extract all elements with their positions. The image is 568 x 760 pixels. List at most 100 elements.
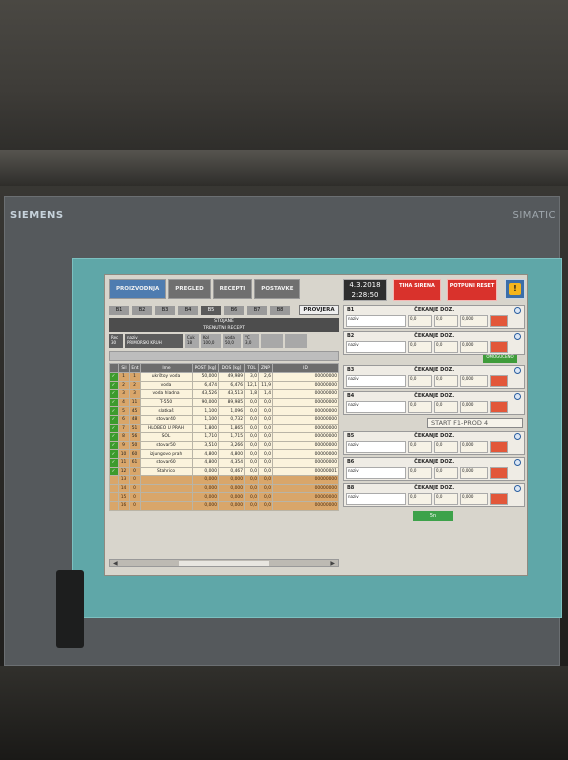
recipe-panel: B1 B2 B3 B4 B5 B6 B7 B8 PROVJERA STOJANE… [109, 305, 339, 573]
dose-name-field[interactable]: naziv [346, 375, 406, 387]
table-row[interactable]: ✓ 6 48 stovar40 1,100 0,732 0,0 0,0 00000000 [109, 414, 339, 425]
kol-field[interactable]: Kol 100,0 [201, 334, 221, 348]
table-row[interactable]: ✓ 1 1 ukrštoy voda 50,000 49,989 3,0 2,6 0000000… [109, 372, 339, 382]
dose-body: naziv 0,0 0,0 0,000 [344, 340, 524, 354]
rec-field[interactable]: Rec 30 [109, 334, 123, 348]
table-row[interactable]: ✓ 10 60 izjungovo prah 4,800 4,800 0,0 0,0 00000… [109, 449, 339, 459]
dose-info-icon[interactable] [513, 366, 521, 374]
table-cell: 00000000 [272, 500, 339, 511]
horizontal-scrollbar[interactable]: ◀ ▶ [109, 559, 339, 567]
table-cell: 0,000 [218, 483, 245, 494]
dose-info-icon[interactable] [513, 458, 521, 466]
table-cell: 45 [129, 406, 141, 416]
enabled-status[interactable]: OMOGUĆENO [483, 355, 517, 363]
confirm-button[interactable]: 5n [413, 511, 453, 521]
bin-b4[interactable]: B4 [178, 305, 198, 315]
dose-stop-button[interactable] [490, 315, 508, 327]
tab-postavke[interactable]: POSTAVKE [254, 279, 301, 299]
voda-field[interactable]: voda 50,0 [223, 334, 241, 348]
table-cell: 1,710 [192, 432, 219, 442]
table-row[interactable]: 16 0 0,000 0,000 0,0 0,0 00000000 [109, 500, 339, 511]
bin-b7[interactable]: B7 [247, 305, 267, 315]
dose-info-icon[interactable] [513, 484, 521, 492]
table-row[interactable]: 14 0 0,000 0,000 0,0 0,0 00000000 [109, 483, 339, 494]
silence-siren-button[interactable]: TIHA SIRENA [393, 279, 441, 301]
recipe-name-field[interactable]: naziv PRIMORSKI KRUH [125, 334, 183, 348]
dose-value-2: 0,0 [434, 341, 458, 353]
table-cell: 3 [118, 389, 130, 399]
dose-name-field[interactable]: naziv [346, 493, 406, 505]
table-cell: 1,865 [218, 423, 245, 434]
dose-stop-button[interactable] [490, 341, 508, 353]
dose-stop-button[interactable] [490, 401, 508, 413]
full-reset-button[interactable]: POTPUNI RESET [447, 279, 497, 301]
bin-b5[interactable]: B5 [201, 305, 221, 315]
dose-value-1: 0,0 [408, 401, 432, 413]
dose-stop-button[interactable] [490, 375, 508, 387]
warning-button[interactable]: ! [505, 279, 525, 299]
tab-proizvodnja[interactable]: PROIZVODNJA [109, 279, 167, 299]
dose-name-field[interactable]: naziv [346, 467, 406, 479]
table-cell: 0,0 [244, 475, 259, 485]
table-cell [140, 500, 193, 511]
table-cell: 0,732 [218, 414, 245, 425]
bin-b1[interactable]: B1 [109, 305, 129, 315]
dose-stop-button[interactable] [490, 441, 508, 453]
table-cell: 1 [118, 372, 130, 382]
dose-info-icon[interactable] [513, 392, 521, 400]
cuk-field[interactable]: Cuk 18 [185, 334, 199, 348]
table-row[interactable]: 13 0 0,000 0,000 0,0 0,0 00000000 [109, 475, 339, 485]
table-row[interactable]: ✓ 9 50 stovar50 3,510 3,266 0,0 0,0 00000000 [109, 440, 339, 451]
table-cell: 11 [129, 397, 141, 408]
table-cell: 1,715 [218, 432, 245, 442]
table-cell: 1,4 [258, 389, 273, 399]
table-cell: ✓ [109, 432, 119, 442]
start-select[interactable]: START F1-PROD 4 [427, 418, 523, 428]
table-row[interactable]: ✓ 3 3 voda hladna 43,526 43,513 1,8 1,4 00000000 [109, 389, 339, 399]
dose-name-field[interactable]: naziv [346, 401, 406, 413]
table-cell: 2 [118, 380, 130, 391]
scroll-left-icon[interactable]: ◀ [113, 560, 118, 567]
table-row[interactable]: ✓ 12 0 Stahrico 0,000 0,467 0,0 0,0 00000001 [109, 466, 339, 477]
table-cell: 00000000 [272, 389, 339, 399]
bin-b2[interactable]: B2 [132, 305, 152, 315]
table-row[interactable]: ✓ 2 2 voda 6,474 6,476 12,1 11,9 00000000 [109, 380, 339, 391]
extra-field-1[interactable] [261, 334, 283, 348]
dose-info-icon[interactable] [513, 332, 521, 340]
table-cell: 0,0 [244, 397, 259, 408]
dose-stop-button[interactable] [490, 493, 508, 505]
dose-info-icon[interactable] [513, 306, 521, 314]
tab-recepti[interactable]: RECEPTI [212, 279, 253, 299]
dose-stop-button[interactable] [490, 467, 508, 479]
dose-status: ČEKANJE DOZ. [414, 485, 455, 491]
table-row[interactable]: ✓ 8 56 SOL 1,710 1,715 0,0 0,0 00000000 [109, 432, 339, 442]
tab-pregled[interactable]: PREGLED [168, 279, 211, 299]
scroll-thumb[interactable] [179, 560, 269, 566]
table-row[interactable]: ✓ 4 11 T-550 90,000 89,985 0,0 0,0 00000000 [109, 397, 339, 408]
table-row[interactable]: ✓ 5 45 slatkaš 1,100 1,096 0,0 0,0 00000000 [109, 406, 339, 416]
table-cell: 1 [129, 372, 141, 382]
dose-value-3: 0,000 [460, 315, 488, 327]
table-row[interactable]: 15 0 0,000 0,000 0,0 0,0 00000000 [109, 492, 339, 502]
table-cell: ✓ [109, 457, 119, 468]
model-label: SIMATIC [512, 210, 556, 221]
table-row[interactable]: ✓ 7 51 HLOBEO U PRAH 1,800 1,865 0,0 0,0 0000000… [109, 423, 339, 434]
provjera-button[interactable]: PROVJERA [299, 305, 339, 315]
col-dos: DOS [kg] [218, 363, 245, 373]
dose-name-field[interactable]: naziv [346, 341, 406, 353]
temp-field[interactable]: °C 3,0 [243, 334, 259, 348]
dose-info-icon[interactable] [513, 432, 521, 440]
extra-field-2[interactable] [285, 334, 307, 348]
bin-b8[interactable]: B8 [270, 305, 290, 315]
dose-name-field[interactable]: naziv [346, 315, 406, 327]
bin-b3[interactable]: B3 [155, 305, 175, 315]
table-cell: 0,0 [258, 492, 273, 502]
dose-name-field[interactable]: naziv [346, 441, 406, 453]
table-row[interactable]: ✓ 11 61 stovar60 4,800 4,354 0,0 0,0 00000000 [109, 457, 339, 468]
table-cell: 4,800 [218, 449, 245, 459]
dose-value-2: 0,0 [434, 315, 458, 327]
col-status [109, 363, 119, 373]
bin-b6[interactable]: B6 [224, 305, 244, 315]
col-id: ID [272, 363, 339, 373]
scroll-right-icon[interactable]: ▶ [330, 560, 335, 567]
